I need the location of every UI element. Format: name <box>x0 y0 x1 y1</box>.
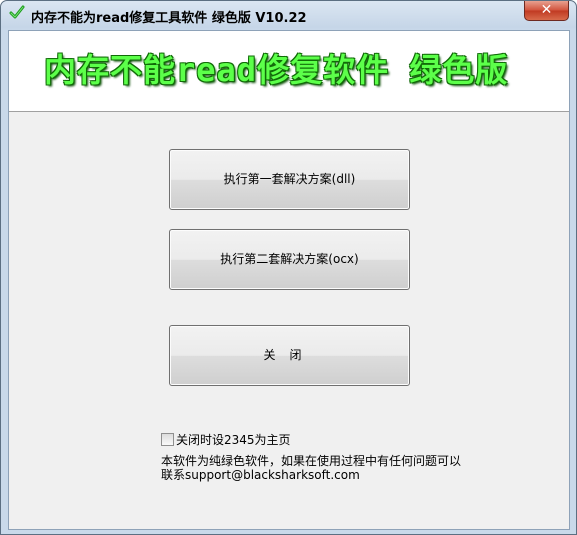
info-line-2: 联系support@blacksharksoft.com <box>161 468 360 482</box>
close-button[interactable]: 关闭 <box>169 325 410 386</box>
window-close-button[interactable]: ✕ <box>524 1 569 21</box>
homepage-checkbox-label[interactable]: 关闭时设2345为主页 <box>176 433 291 447</box>
title-bar[interactable]: 内存不能为read修复工具软件 绿色版 V10.22 ✕ <box>1 1 576 31</box>
banner-title: 内存不能read修复软件 绿色版 <box>44 51 509 89</box>
banner: 内存不能read修复软件 绿色版 <box>9 31 569 112</box>
client-area: 内存不能read修复软件 绿色版 执行第一套解决方案(dll) 执行第二套解决方… <box>8 30 570 530</box>
green-checkmark-icon <box>9 5 25 19</box>
info-text: 本软件为纯绿色软件，如果在使用过程中有任何问题可以 联系support@blac… <box>161 454 461 482</box>
window-title: 内存不能为read修复工具软件 绿色版 V10.22 <box>31 11 307 26</box>
homepage-checkbox[interactable] <box>161 433 174 446</box>
solution-dll-button[interactable]: 执行第一套解决方案(dll) <box>169 149 410 210</box>
homepage-option[interactable]: 关闭时设2345为主页 <box>161 431 291 447</box>
info-line-1: 本软件为纯绿色软件，如果在使用过程中有任何问题可以 <box>161 454 462 468</box>
app-window: 内存不能为read修复工具软件 绿色版 V10.22 ✕ 内存不能read修复软… <box>0 0 577 535</box>
solution-ocx-button[interactable]: 执行第二套解决方案(ocx) <box>169 229 410 290</box>
